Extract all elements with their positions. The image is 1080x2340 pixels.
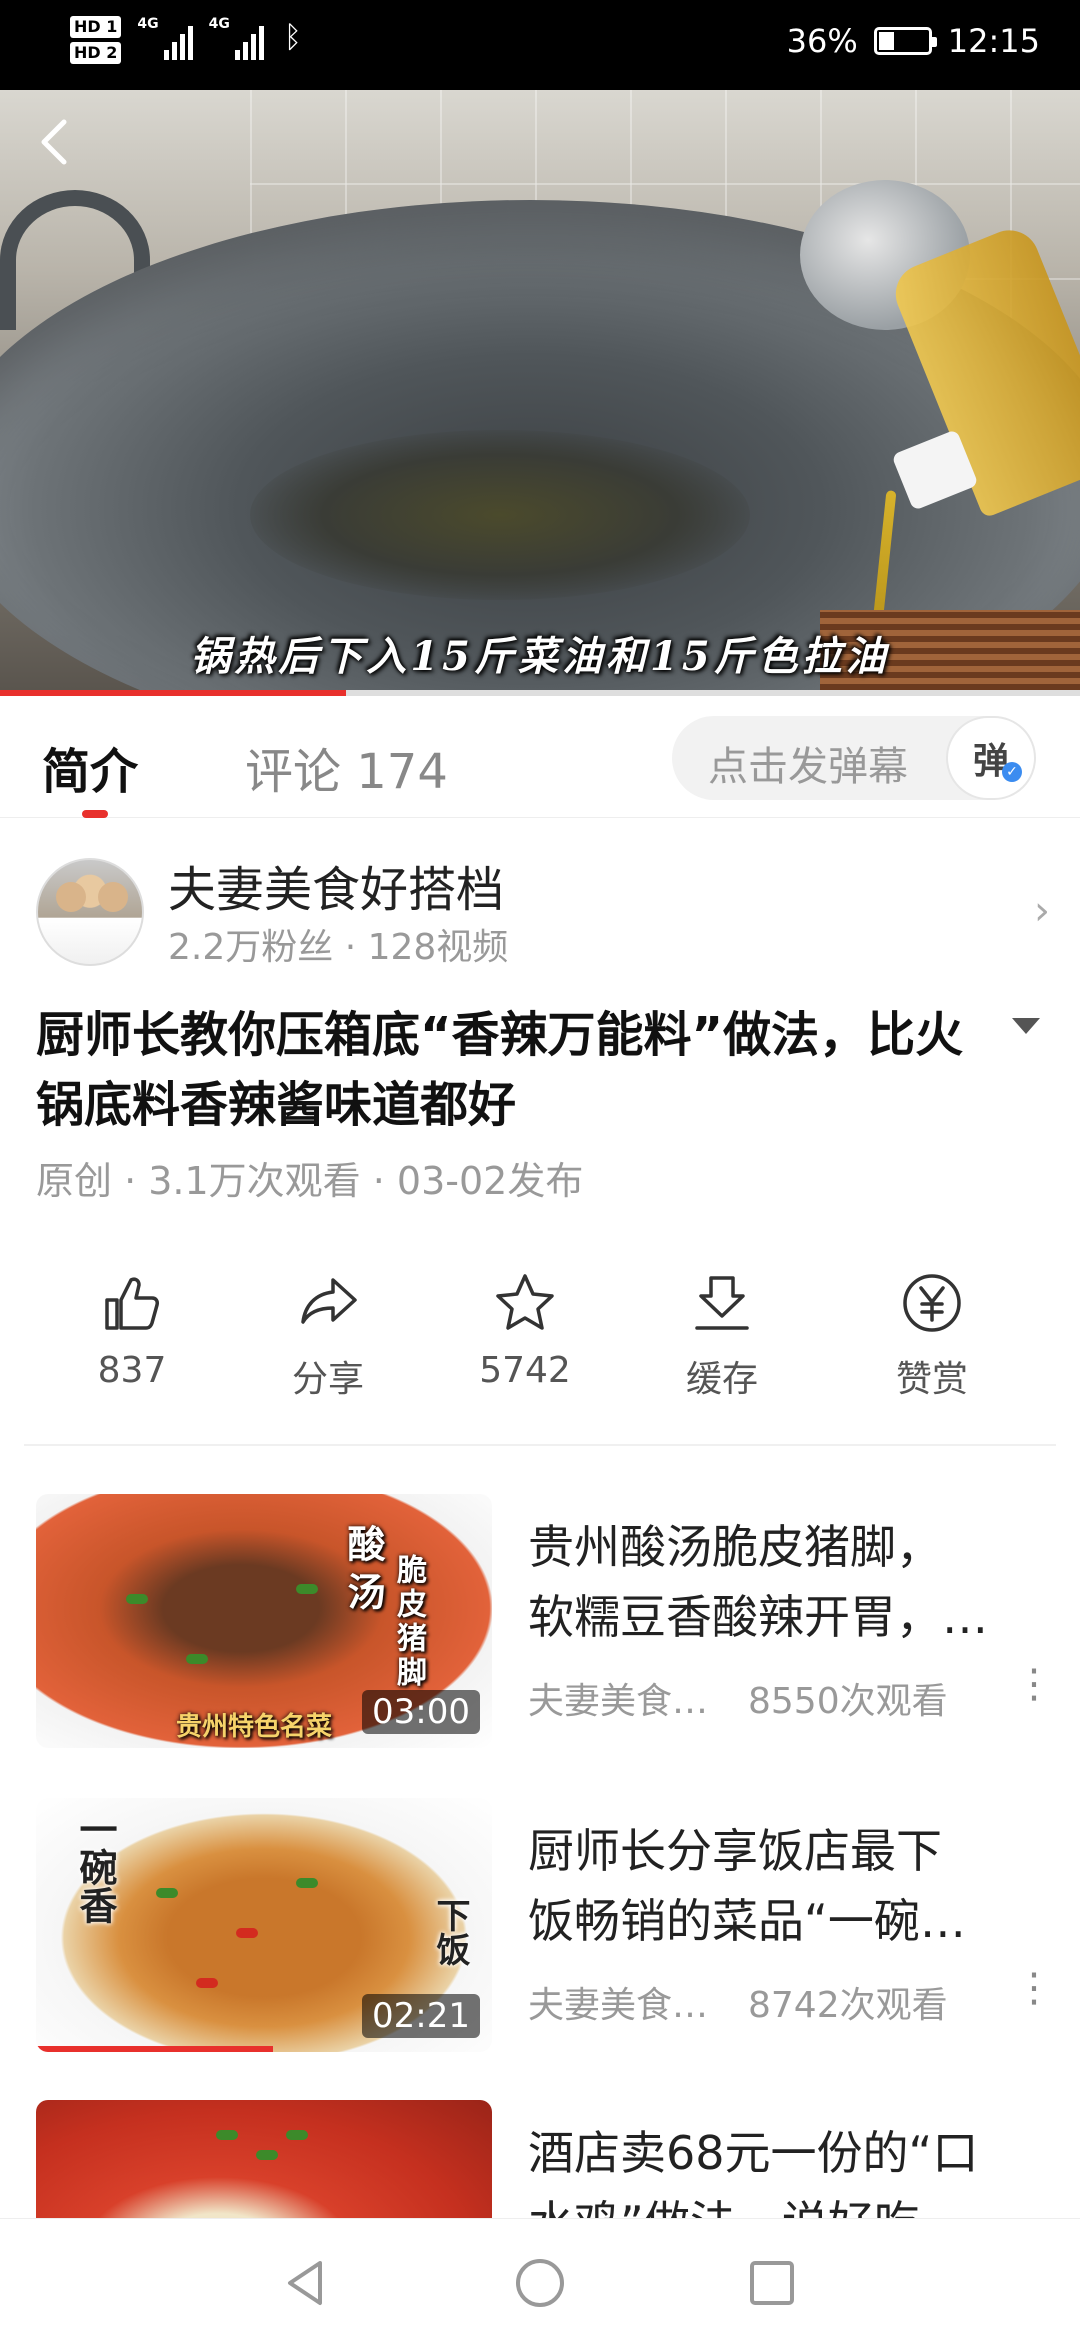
thumb-caption: 脆皮猪脚	[391, 1554, 426, 1690]
recommended-title-line: 水鸡”做法，说好吃，…	[528, 2188, 1038, 2218]
author-row[interactable]: 夫妻美食好搭档 2.2万粉丝 · 128视频 ›	[0, 850, 1080, 970]
video-player[interactable]: 锅热后下入15斤菜油和15斤色拉油	[0, 90, 1080, 690]
expand-triangle-icon[interactable]	[1012, 1018, 1040, 1034]
chevron-right-icon: ›	[1034, 888, 1050, 934]
download-icon	[695, 1276, 749, 1330]
avatar[interactable]	[36, 858, 144, 966]
recommended-author: 夫妻美食…	[528, 1985, 709, 2026]
video-duration: 02:21	[362, 1994, 480, 2038]
battery-icon: ⚡	[873, 27, 937, 55]
nav-back-button[interactable]	[278, 2253, 338, 2313]
recents-square-icon	[750, 2261, 794, 2305]
battery-percent: 36%	[786, 22, 858, 60]
yuan-icon	[903, 1274, 961, 1332]
share-button[interactable]: 分享	[238, 1270, 418, 1402]
video-thumbnail[interactable]	[36, 2100, 492, 2218]
nav-home-button[interactable]	[510, 2253, 570, 2313]
hd-badge-1: HD 1	[70, 16, 122, 38]
recommended-title-line: 厨师长分享饭店最下	[528, 1824, 942, 1878]
back-triangle-icon	[288, 2261, 322, 2305]
recommended-views: 8742次观看	[748, 1985, 948, 2026]
author-name: 夫妻美食好搭档	[168, 862, 505, 918]
video-thumbnail[interactable]: 酸汤 脆皮猪脚 贵州特色名菜 03:00	[36, 1494, 492, 1748]
status-bar: HD 1 HD 2 4G 4G ᛒ 36% ⚡ 12:15	[0, 0, 1080, 90]
tab-intro[interactable]: 简介	[42, 732, 138, 818]
video-thumbnail[interactable]: 一碗香 下饭 02:21	[36, 1798, 492, 2052]
recommended-item[interactable]: 酒店卖68元一份的“口 水鸡”做法，说好吃，…	[0, 2100, 1080, 2218]
recommended-title-line: 饭畅销的菜品“一碗…	[528, 1894, 966, 1948]
check-icon: ✓	[1002, 762, 1022, 782]
recommended-meta: 夫妻美食… 8550次观看	[528, 1672, 948, 1724]
share-label: 分享	[291, 1359, 364, 1400]
recommended-author: 夫妻美食…	[528, 1681, 709, 1722]
like-count: 837	[97, 1350, 167, 1391]
recommended-title: 酒店卖68元一份的“口 水鸡”做法，说好吃，…	[528, 2118, 1038, 2218]
more-vertical-icon[interactable]: ⋮	[1014, 1664, 1054, 1704]
divider	[24, 1444, 1056, 1446]
watched-progress	[36, 2046, 274, 2052]
status-right: 36% ⚡ 12:15	[787, 22, 1040, 60]
danmu-input[interactable]: 点击发弹幕 弹 ✓	[672, 716, 1036, 800]
tab-comments[interactable]: 评论 174	[245, 732, 448, 802]
bluetooth-icon: ᛒ	[283, 20, 302, 55]
video-meta: 原创 · 3.1万次观看 · 03-02发布	[36, 1159, 584, 1203]
favorite-count: 5742	[479, 1350, 571, 1391]
battery-fill	[878, 32, 894, 50]
charging-icon: ⚡	[895, 29, 910, 53]
signal-2-icon: 4G	[209, 16, 264, 60]
star-icon	[496, 1274, 554, 1330]
thumb-caption: 下饭	[430, 1898, 470, 1966]
thumb-caption: 贵州特色名菜	[176, 1712, 333, 1742]
video-duration: 03:00	[362, 1690, 480, 1734]
recommended-title: 厨师长分享饭店最下 饭畅销的菜品“一碗…	[528, 1816, 1038, 1956]
recommended-item[interactable]: 一碗香 下饭 02:21 厨师长分享饭店最下 饭畅销的菜品“一碗… 夫妻美食… 8…	[0, 1798, 1080, 2058]
more-vertical-icon[interactable]: ⋮	[1014, 1968, 1054, 2008]
recommended-title: 贵州酸汤脆皮猪脚， 软糯豆香酸辣开胃，…	[528, 1512, 1038, 1652]
thumb-caption: 酸汤	[341, 1524, 386, 1620]
recommended-title-line: 贵州酸汤脆皮猪脚，	[528, 1520, 942, 1574]
recommended-title-line: 软糯豆香酸辣开胃，…	[528, 1590, 988, 1644]
action-bar: 837 分享 5742 缓存 赞赏	[0, 1270, 1080, 1430]
oil-image	[250, 430, 750, 600]
hd-badges: HD 1 HD 2	[70, 16, 122, 64]
thumb-caption: 一碗香	[73, 1810, 118, 1924]
back-chevron-icon	[41, 119, 67, 165]
system-navigation-bar	[0, 2218, 1080, 2340]
clock: 12:15	[947, 22, 1040, 60]
tip-button[interactable]: 赞赏	[842, 1270, 1022, 1402]
recommended-meta: 夫妻美食… 8742次观看	[528, 1976, 948, 2028]
hd-badge-2: HD 2	[70, 42, 122, 64]
video-title: 厨师长教你压箱底“香辣万能料”做法，比火锅底料香辣酱味道都好	[36, 1007, 964, 1133]
tip-label: 赞赏	[895, 1359, 968, 1400]
like-button[interactable]: 837	[42, 1270, 222, 1391]
status-left: HD 1 HD 2 4G 4G ᛒ	[70, 16, 302, 64]
danmu-placeholder: 点击发弹幕	[708, 744, 908, 790]
recommended-views: 8550次观看	[748, 1681, 948, 1722]
thumbs-up-icon	[105, 1277, 159, 1330]
signal-1-icon: 4G	[137, 16, 193, 60]
share-icon	[301, 1278, 357, 1324]
signal-2-label: 4G	[208, 16, 230, 32]
signal-1-label: 4G	[137, 16, 159, 32]
recommended-title-line: 酒店卖68元一份的“口	[528, 2126, 979, 2180]
home-circle-icon	[516, 2259, 564, 2307]
nav-recents-button[interactable]	[742, 2253, 802, 2313]
video-subtitle: 锅热后下入15斤菜油和15斤色拉油	[190, 633, 890, 680]
cache-label: 缓存	[685, 1359, 758, 1400]
recommended-item[interactable]: 酸汤 脆皮猪脚 贵州特色名菜 03:00 贵州酸汤脆皮猪脚， 软糯豆香酸辣开胃，…	[0, 1494, 1080, 1754]
back-button[interactable]	[24, 112, 84, 172]
favorite-button[interactable]: 5742	[435, 1270, 615, 1391]
tab-bar: 简介 评论 174 点击发弹幕 弹 ✓	[0, 696, 1080, 818]
author-meta: 2.2万粉丝 · 128视频	[168, 927, 509, 968]
cache-button[interactable]: 缓存	[632, 1270, 812, 1402]
danmu-toggle-button[interactable]: 弹 ✓	[946, 716, 1036, 800]
